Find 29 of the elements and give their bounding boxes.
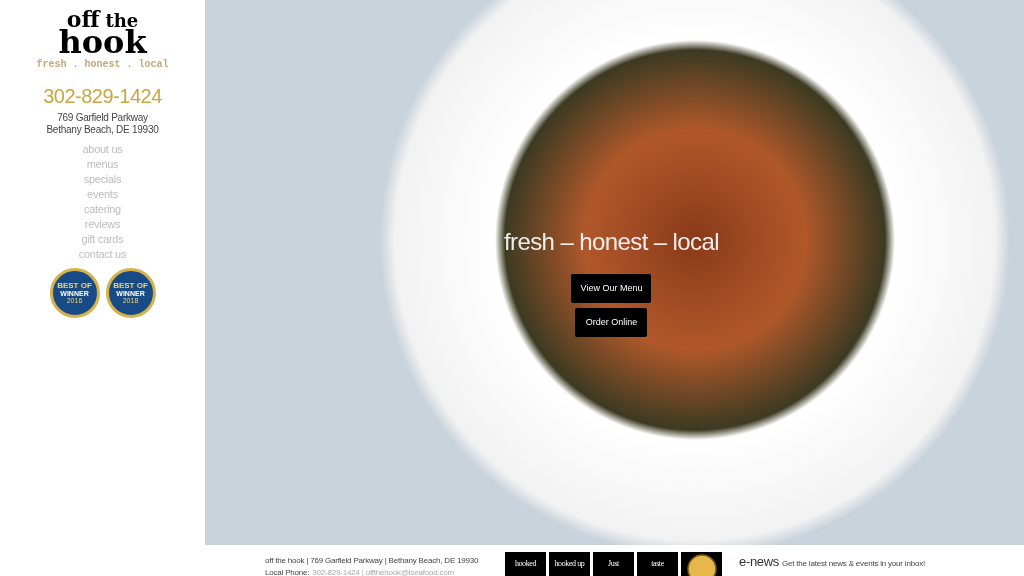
nav-link[interactable]: contact us: [78, 247, 127, 262]
hero-tagline: fresh – honest – local: [504, 227, 719, 257]
partner-logo[interactable]: hooked: [505, 552, 546, 576]
hero-button[interactable]: View Our Menu: [571, 274, 652, 303]
nav-link[interactable]: catering: [84, 202, 121, 217]
award-heading: BEST OF: [113, 282, 148, 290]
logo[interactable]: off the hook fresh . honest . local: [36, 8, 169, 70]
nav-link[interactable]: gift cards: [81, 232, 124, 247]
address-line: 769 Garfield Parkway: [57, 112, 148, 124]
nav-link[interactable]: events: [87, 187, 118, 202]
address-line: Bethany Beach, DE 19930: [46, 124, 159, 136]
logo-tagline: fresh . honest . local: [36, 60, 169, 70]
nav-link[interactable]: menus: [86, 157, 119, 172]
partner-logo[interactable]: Just: [593, 552, 634, 576]
emblem-icon: [686, 552, 717, 576]
partner-logo[interactable]: [681, 552, 722, 576]
nav-link[interactable]: specials: [83, 172, 122, 187]
nav-link[interactable]: about us: [82, 142, 123, 157]
award-heading: BEST OF: [57, 282, 92, 290]
partner-logo[interactable]: hooked up: [549, 552, 590, 576]
phone-label: Local Phone:: [265, 567, 310, 576]
enews-title: e-news: [739, 553, 779, 571]
phone-link[interactable]: 302-829-1424: [43, 86, 162, 106]
footer-address: off the hook | 769 Garfield Parkway | Bethany Beach, DE 19930: [265, 555, 480, 567]
hero-button[interactable]: Order Online: [575, 308, 648, 337]
enews-text: Get the latest news & events in your inbox!: [781, 558, 925, 570]
contact-link[interactable]: 302-829-1424 | offthehook@iseafood.com: [312, 567, 454, 576]
partner-logo[interactable]: taste: [637, 552, 678, 576]
nav-link[interactable]: reviews: [84, 217, 121, 232]
